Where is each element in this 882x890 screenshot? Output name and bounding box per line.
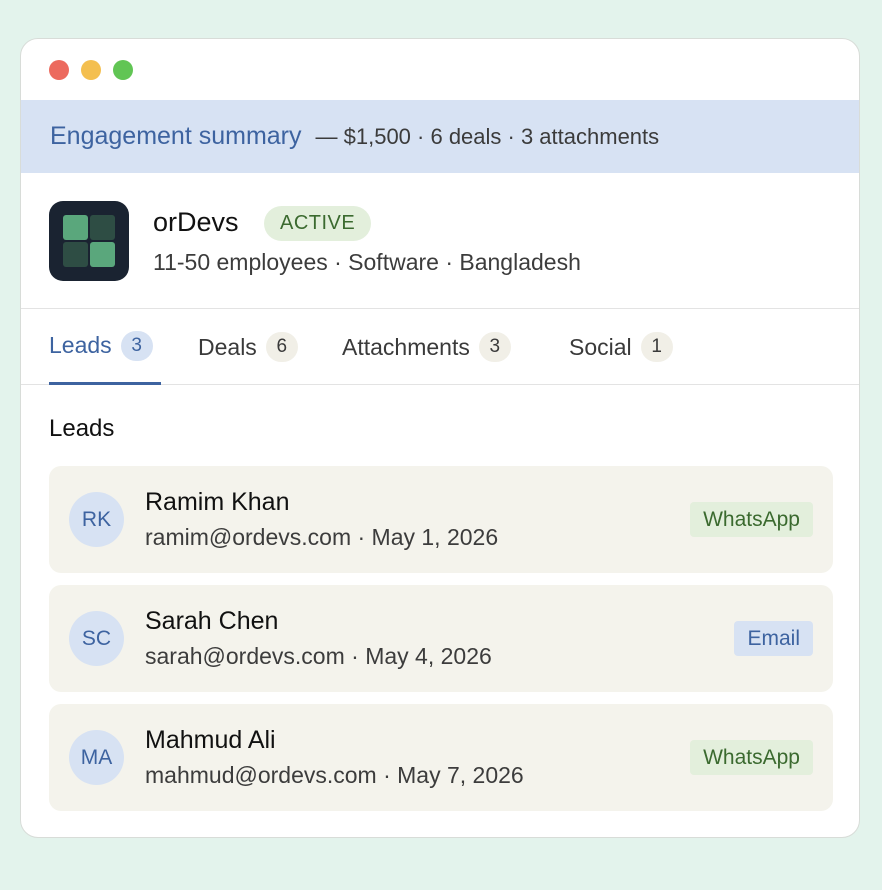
tab-social[interactable]: Social 1 — [569, 309, 673, 385]
lead-meta: sarah@ordevs.com · May 4, 2026 — [145, 643, 492, 669]
list-item[interactable]: RK Ramim Khan ramim@ordevs.com · May 1, … — [49, 466, 833, 573]
engagement-summary-banner: Engagement summary — $1,500 · 6 deals · … — [21, 100, 859, 173]
status-badge: ACTIVE — [264, 206, 372, 241]
tab-count-badge: 1 — [640, 332, 673, 362]
title-bar — [21, 39, 859, 100]
minimize-window-button[interactable] — [81, 60, 101, 80]
avatar: MA — [69, 730, 124, 785]
tab-deals[interactable]: Deals 6 — [198, 309, 298, 385]
tab-count-badge: 6 — [265, 332, 298, 362]
lead-name: Ramim Khan — [145, 488, 290, 516]
grid-logo-icon — [49, 201, 129, 281]
tab-leads[interactable]: Leads 3 — [49, 309, 161, 385]
tab-label: Social — [569, 333, 632, 360]
channel-badge: WhatsApp — [690, 740, 813, 775]
tab-count-badge: 3 — [120, 330, 153, 361]
tab-bar: Leads 3 Deals 6 Attachments 3 Social 1 — [21, 309, 859, 385]
tab-label: Attachments — [342, 333, 470, 360]
engagement-summary-meta: — $1,500 · 6 deals · 3 attachments — [315, 123, 660, 149]
avatar: SC — [69, 611, 124, 666]
tab-count-badge: 3 — [478, 332, 511, 362]
lead-meta: ramim@ordevs.com · May 1, 2026 — [145, 524, 499, 550]
channel-badge: WhatsApp — [690, 502, 813, 537]
company-header: orDevs ACTIVE 11-50 employees · Software… — [21, 173, 859, 309]
lead-meta: mahmud@ordevs.com · May 7, 2026 — [145, 762, 524, 788]
list-item[interactable]: SC Sarah Chen sarah@ordevs.com · May 4, … — [49, 585, 833, 692]
list-item[interactable]: MA Mahmud Ali mahmud@ordevs.com · May 7,… — [49, 704, 833, 811]
company-name: orDevs — [153, 207, 239, 237]
channel-badge: Email — [734, 621, 813, 656]
close-window-button[interactable] — [49, 60, 69, 80]
lead-name: Sarah Chen — [145, 607, 279, 635]
lead-name: Mahmud Ali — [145, 726, 276, 754]
company-meta: 11-50 employees · Software · Bangladesh — [153, 249, 581, 275]
app-window: Engagement summary — $1,500 · 6 deals · … — [20, 38, 860, 838]
section-title: Leads — [49, 415, 115, 442]
avatar: RK — [69, 492, 124, 547]
tab-attachments[interactable]: Attachments 3 — [342, 309, 511, 385]
engagement-summary-title[interactable]: Engagement summary — [50, 122, 302, 151]
maximize-window-button[interactable] — [113, 60, 133, 80]
tab-label: Deals — [198, 333, 257, 360]
tab-label: Leads — [49, 332, 112, 358]
